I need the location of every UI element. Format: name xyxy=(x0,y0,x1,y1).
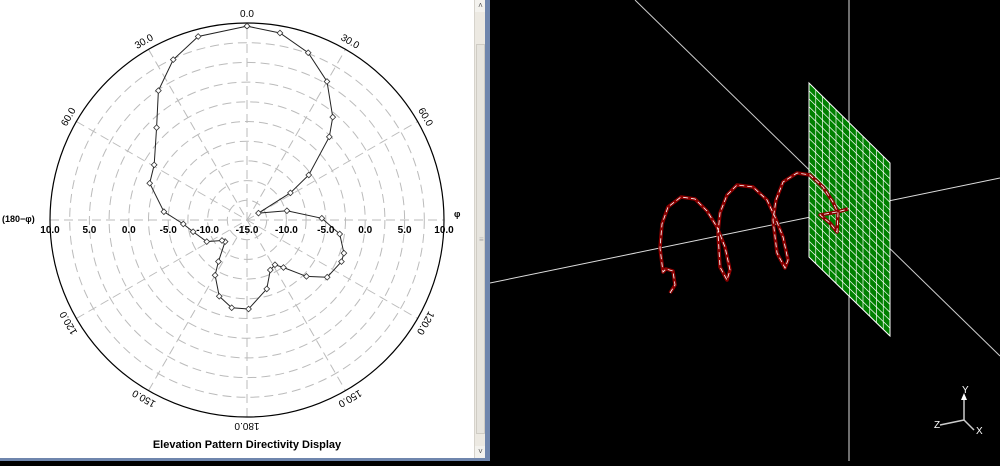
radial-tick-label: 10.0 xyxy=(434,225,454,236)
angle-tick-label: 180.0 xyxy=(234,420,259,431)
chart-title: Elevation Pattern Directivity Display xyxy=(153,439,342,451)
data-point-marker xyxy=(146,179,154,187)
radial-tick-label: 10.0 xyxy=(40,225,60,236)
angle-tick-label: 150.0 xyxy=(336,387,364,409)
radial-tick-label: -5.0 xyxy=(160,225,178,236)
angle-tick-label: 60.0 xyxy=(59,106,78,129)
data-point-marker xyxy=(150,161,158,169)
data-point-marker xyxy=(323,78,331,85)
angle-tick-label: 0.0 xyxy=(240,9,254,20)
3d-viewport[interactable]: Y Z X xyxy=(489,0,1000,461)
x-axis-label: X xyxy=(976,426,983,437)
data-point-marker xyxy=(283,207,291,215)
angle-tick-label: 30.0 xyxy=(339,32,362,51)
radial-tick-label: 5.0 xyxy=(398,225,412,236)
scroll-thumb[interactable]: ≡ xyxy=(476,44,485,434)
angle-tick-label: 30.0 xyxy=(133,32,156,51)
y-axis-label: Y xyxy=(962,385,969,396)
z-axis-label: Z xyxy=(934,420,940,431)
polar-chart: 10.0 5.0 0.0 -5.0 -10.0 -15.0 -10.0 -5.0 0.0 5.0 1… xyxy=(2,9,461,451)
angle-tick-label: 60.0 xyxy=(415,106,434,129)
left-axis-label: (180−φ) xyxy=(2,214,35,224)
radial-tick-label: -15.0 xyxy=(236,225,259,236)
angle-tick-label: 120.0 xyxy=(414,309,436,337)
data-point-marker xyxy=(340,249,348,257)
polar-plot-panel: 10.0 5.0 0.0 -5.0 -10.0 -15.0 -10.0 -5.0 0.0 5.0 1… xyxy=(0,0,474,458)
3d-view-panel[interactable]: Y Z X xyxy=(489,0,1000,461)
directivity-curve xyxy=(149,25,345,310)
data-point-marker xyxy=(255,209,262,217)
z-axis-arrow xyxy=(939,419,965,426)
angle-tick-label: 120.0 xyxy=(58,309,80,337)
data-point-marker xyxy=(329,113,337,121)
data-point-marker xyxy=(243,22,251,30)
radial-tick-label: 5.0 xyxy=(82,225,96,236)
data-point-marker xyxy=(325,133,333,141)
axis-line-horizontal xyxy=(489,177,1000,284)
data-point-marker xyxy=(153,124,160,132)
right-axis-label: φ xyxy=(454,209,461,219)
data-point-marker xyxy=(160,208,168,216)
data-point-marker xyxy=(215,258,222,265)
data-point-marker xyxy=(280,264,287,271)
grip-icon: ≡ xyxy=(479,235,484,244)
axis-triad: Y Z X xyxy=(934,385,983,437)
radial-tick-label: -10.0 xyxy=(196,225,219,236)
radial-tick-label: -5.0 xyxy=(317,225,335,236)
radial-tick-label: 0.0 xyxy=(358,225,372,236)
x-axis-arrow xyxy=(963,419,975,431)
data-point-marker xyxy=(211,271,219,279)
radial-tick-label: 0.0 xyxy=(122,225,136,236)
radial-tick-label: -10.0 xyxy=(275,225,298,236)
angle-tick-label: 150.0 xyxy=(130,387,158,409)
